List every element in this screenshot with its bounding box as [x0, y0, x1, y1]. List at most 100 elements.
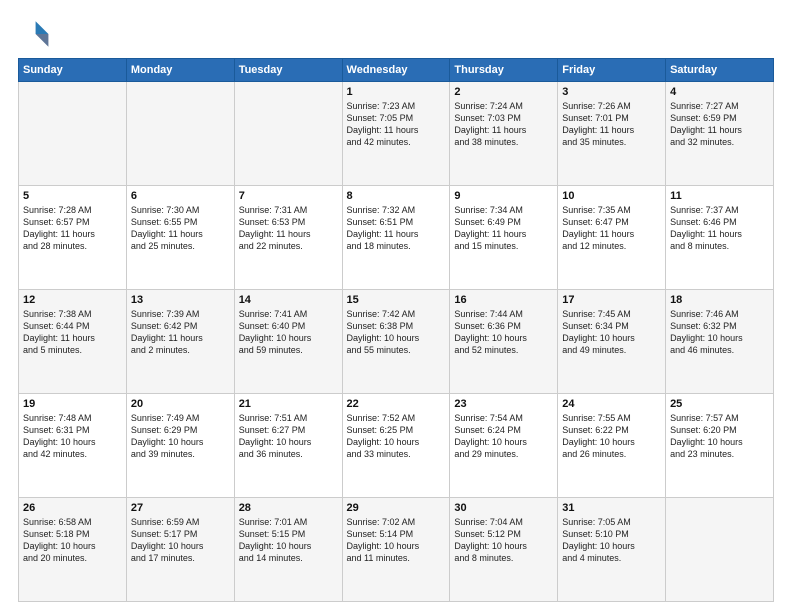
calendar-week-row: 5 Sunrise: 7:28 AM Sunset: 6:57 PM Daylig… — [19, 186, 774, 290]
calendar-cell: 27 Sunrise: 6:59 AM Sunset: 5:17 PM Dayli… — [126, 498, 234, 602]
calendar-cell: 20Sunrise: 7:49 AM Sunset: 6:29 PM Dayli… — [126, 394, 234, 498]
day-number: 30 — [454, 502, 553, 514]
day-number: 18 — [670, 294, 769, 306]
day-content: Sunrise: 7:27 AM Sunset: 6:59 PM Dayligh… — [670, 100, 769, 149]
weekday-header: Thursday — [450, 59, 558, 82]
day-number: 7 — [239, 190, 338, 202]
weekday-header: Sunday — [19, 59, 127, 82]
calendar-cell: 31Sunrise: 7:05 AM Sunset: 5:10 PM Dayli… — [558, 498, 666, 602]
calendar-cell — [666, 498, 774, 602]
day-number: 12 — [23, 294, 122, 306]
day-content: Sunrise: 7:44 AM Sunset: 6:36 PM Dayligh… — [454, 308, 553, 357]
page: SundayMondayTuesdayWednesdayThursdayFrid… — [0, 0, 792, 612]
day-number: 24 — [562, 398, 661, 410]
day-number: 20 — [131, 398, 230, 410]
day-number: 25 — [670, 398, 769, 410]
day-content: Sunrise: 7:52 AM Sunset: 6:25 PM Dayligh… — [347, 412, 446, 461]
day-content: Sunrise: 7:42 AM Sunset: 6:38 PM Dayligh… — [347, 308, 446, 357]
day-content: Sunrise: 7:23 AM Sunset: 7:05 PM Dayligh… — [347, 100, 446, 149]
header — [18, 18, 774, 50]
day-content: Sunrise: 7:37 AM Sunset: 6:46 PM Dayligh… — [670, 204, 769, 253]
calendar-cell: 13Sunrise: 7:39 AM Sunset: 6:42 PM Dayli… — [126, 290, 234, 394]
day-number: 9 — [454, 190, 553, 202]
calendar-cell: 6 Sunrise: 7:30 AM Sunset: 6:55 PM Daylig… — [126, 186, 234, 290]
calendar-cell: 3Sunrise: 7:26 AM Sunset: 7:01 PM Daylig… — [558, 82, 666, 186]
day-number: 14 — [239, 294, 338, 306]
day-number: 1 — [347, 86, 446, 98]
calendar-cell: 22Sunrise: 7:52 AM Sunset: 6:25 PM Dayli… — [342, 394, 450, 498]
calendar-table: SundayMondayTuesdayWednesdayThursdayFrid… — [18, 58, 774, 602]
day-content: Sunrise: 7:46 AM Sunset: 6:32 PM Dayligh… — [670, 308, 769, 357]
day-content: Sunrise: 7:24 AM Sunset: 7:03 PM Dayligh… — [454, 100, 553, 149]
day-number: 15 — [347, 294, 446, 306]
day-content: Sunrise: 6:58 AM Sunset: 5:18 PM Dayligh… — [23, 516, 122, 565]
calendar-cell: 28 Sunrise: 7:01 AM Sunset: 5:15 PM Dayli… — [234, 498, 342, 602]
day-content: Sunrise: 7:31 AM Sunset: 6:53 PM Dayligh… — [239, 204, 338, 253]
calendar-cell: 5 Sunrise: 7:28 AM Sunset: 6:57 PM Daylig… — [19, 186, 127, 290]
day-number: 6 — [131, 190, 230, 202]
weekday-header: Wednesday — [342, 59, 450, 82]
calendar-cell — [126, 82, 234, 186]
day-number: 5 — [23, 190, 122, 202]
calendar-week-row: 1 Sunrise: 7:23 AM Sunset: 7:05 PM Daylig… — [19, 82, 774, 186]
day-number: 8 — [347, 190, 446, 202]
calendar-cell: 8 Sunrise: 7:32 AM Sunset: 6:51 PM Daylig… — [342, 186, 450, 290]
calendar-cell: 18 Sunrise: 7:46 AM Sunset: 6:32 PM Dayli… — [666, 290, 774, 394]
day-number: 11 — [670, 190, 769, 202]
calendar-cell: 21Sunrise: 7:51 AM Sunset: 6:27 PM Dayli… — [234, 394, 342, 498]
calendar-cell: 1 Sunrise: 7:23 AM Sunset: 7:05 PM Daylig… — [342, 82, 450, 186]
calendar-cell: 14 Sunrise: 7:41 AM Sunset: 6:40 PM Dayli… — [234, 290, 342, 394]
day-number: 16 — [454, 294, 553, 306]
calendar-cell: 19Sunrise: 7:48 AM Sunset: 6:31 PM Dayli… — [19, 394, 127, 498]
header-row: SundayMondayTuesdayWednesdayThursdayFrid… — [19, 59, 774, 82]
day-number: 10 — [562, 190, 661, 202]
day-content: Sunrise: 6:59 AM Sunset: 5:17 PM Dayligh… — [131, 516, 230, 565]
day-content: Sunrise: 7:45 AM Sunset: 6:34 PM Dayligh… — [562, 308, 661, 357]
day-content: Sunrise: 7:34 AM Sunset: 6:49 PM Dayligh… — [454, 204, 553, 253]
calendar-cell: 24Sunrise: 7:55 AM Sunset: 6:22 PM Dayli… — [558, 394, 666, 498]
calendar-cell: 17Sunrise: 7:45 AM Sunset: 6:34 PM Dayli… — [558, 290, 666, 394]
calendar-cell: 25 Sunrise: 7:57 AM Sunset: 6:20 PM Dayli… — [666, 394, 774, 498]
calendar-cell: 26 Sunrise: 6:58 AM Sunset: 5:18 PM Dayli… — [19, 498, 127, 602]
day-number: 31 — [562, 502, 661, 514]
day-number: 26 — [23, 502, 122, 514]
calendar-cell: 9 Sunrise: 7:34 AM Sunset: 6:49 PM Daylig… — [450, 186, 558, 290]
logo — [18, 18, 54, 50]
calendar-cell: 2 Sunrise: 7:24 AM Sunset: 7:03 PM Daylig… — [450, 82, 558, 186]
day-number: 23 — [454, 398, 553, 410]
logo-icon — [18, 18, 50, 50]
day-content: Sunrise: 7:57 AM Sunset: 6:20 PM Dayligh… — [670, 412, 769, 461]
day-content: Sunrise: 7:38 AM Sunset: 6:44 PM Dayligh… — [23, 308, 122, 357]
day-content: Sunrise: 7:01 AM Sunset: 5:15 PM Dayligh… — [239, 516, 338, 565]
day-number: 3 — [562, 86, 661, 98]
day-content: Sunrise: 7:30 AM Sunset: 6:55 PM Dayligh… — [131, 204, 230, 253]
calendar-cell: 29Sunrise: 7:02 AM Sunset: 5:14 PM Dayli… — [342, 498, 450, 602]
calendar-week-row: 26 Sunrise: 6:58 AM Sunset: 5:18 PM Dayli… — [19, 498, 774, 602]
day-content: Sunrise: 7:51 AM Sunset: 6:27 PM Dayligh… — [239, 412, 338, 461]
calendar-week-row: 19Sunrise: 7:48 AM Sunset: 6:31 PM Dayli… — [19, 394, 774, 498]
day-content: Sunrise: 7:41 AM Sunset: 6:40 PM Dayligh… — [239, 308, 338, 357]
day-content: Sunrise: 7:35 AM Sunset: 6:47 PM Dayligh… — [562, 204, 661, 253]
calendar-cell: 11 Sunrise: 7:37 AM Sunset: 6:46 PM Dayli… — [666, 186, 774, 290]
calendar-cell: 23 Sunrise: 7:54 AM Sunset: 6:24 PM Dayli… — [450, 394, 558, 498]
day-number: 4 — [670, 86, 769, 98]
day-content: Sunrise: 7:32 AM Sunset: 6:51 PM Dayligh… — [347, 204, 446, 253]
day-content: Sunrise: 7:39 AM Sunset: 6:42 PM Dayligh… — [131, 308, 230, 357]
calendar-cell: 10 Sunrise: 7:35 AM Sunset: 6:47 PM Dayli… — [558, 186, 666, 290]
day-number: 2 — [454, 86, 553, 98]
day-content: Sunrise: 7:48 AM Sunset: 6:31 PM Dayligh… — [23, 412, 122, 461]
day-content: Sunrise: 7:54 AM Sunset: 6:24 PM Dayligh… — [454, 412, 553, 461]
weekday-header: Tuesday — [234, 59, 342, 82]
day-content: Sunrise: 7:02 AM Sunset: 5:14 PM Dayligh… — [347, 516, 446, 565]
calendar-cell — [234, 82, 342, 186]
weekday-header: Friday — [558, 59, 666, 82]
calendar-cell — [19, 82, 127, 186]
calendar-cell: 12 Sunrise: 7:38 AM Sunset: 6:44 PM Dayli… — [19, 290, 127, 394]
day-number: 27 — [131, 502, 230, 514]
calendar-cell: 15 Sunrise: 7:42 AM Sunset: 6:38 PM Dayli… — [342, 290, 450, 394]
day-number: 28 — [239, 502, 338, 514]
calendar-cell: 16 Sunrise: 7:44 AM Sunset: 6:36 PM Dayli… — [450, 290, 558, 394]
weekday-header: Monday — [126, 59, 234, 82]
calendar-week-row: 12 Sunrise: 7:38 AM Sunset: 6:44 PM Dayli… — [19, 290, 774, 394]
day-content: Sunrise: 7:28 AM Sunset: 6:57 PM Dayligh… — [23, 204, 122, 253]
